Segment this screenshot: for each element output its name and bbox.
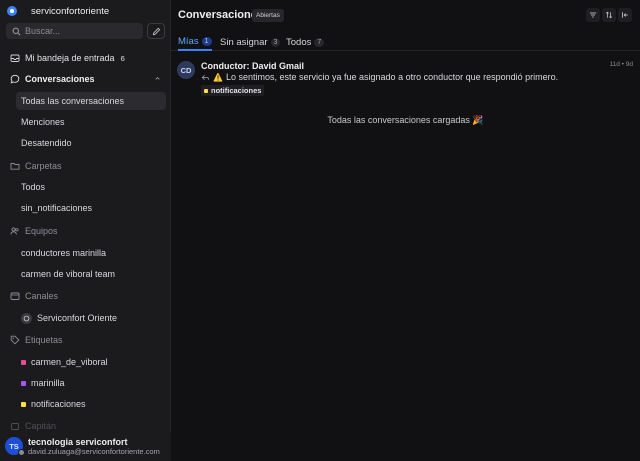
filter-button[interactable]	[586, 8, 600, 22]
sidebar-section-label: Canales	[25, 291, 59, 301]
conversation-label-tag: notificaciones	[201, 85, 265, 96]
conversation-list-panel: Conversaciones Abiertas Mías 1 Sin asign…	[171, 0, 640, 461]
user-name: tecnologia serviconfort	[28, 437, 128, 447]
sidebar-item-all-conversations[interactable]: Todas las conversaciones	[16, 92, 166, 110]
captain-icon	[9, 421, 20, 432]
conversation-time: 11d • 9d	[609, 61, 633, 68]
label-color-swatch	[21, 380, 26, 386]
tab-mine[interactable]: Mías 1	[178, 33, 212, 51]
tab-count: 7	[314, 37, 325, 47]
pencil-icon	[152, 27, 160, 35]
search-input[interactable]	[25, 26, 135, 36]
conversation-tabs: Mías 1 Sin asignar 3 Todos 7	[171, 30, 640, 51]
sidebar-item-label: Menciones	[21, 117, 65, 127]
tab-count: 3	[270, 37, 281, 47]
message-text: Lo sentimos, este servicio ya fue asigna…	[225, 72, 559, 82]
sidebar-item-label-marinilla[interactable]: marinilla	[16, 374, 166, 392]
sidebar-item-label: Todas las conversaciones	[21, 96, 125, 106]
user-profile[interactable]: TS tecnologia serviconfort david.zuluaga…	[0, 432, 171, 461]
tab-label: Mías	[178, 35, 199, 47]
sidebar-item-label-carmen[interactable]: carmen_de_viboral	[16, 353, 166, 371]
sidebar-item-folder-all[interactable]: Todos	[16, 178, 166, 196]
sidebar-item-label: Desatendido	[21, 138, 72, 148]
inbox-icon	[9, 53, 20, 64]
brand-logo	[7, 6, 17, 16]
whatsapp-icon	[21, 312, 32, 324]
channel-icon	[9, 291, 20, 302]
tab-unassigned[interactable]: Sin asignar 3	[220, 33, 281, 51]
sidebar-section-label: Etiquetas	[25, 335, 63, 345]
sidebar-section-label: Carpetas	[25, 161, 62, 171]
chevron-up-icon[interactable]	[153, 74, 162, 83]
avatar: TS	[5, 437, 25, 456]
user-email: david.zuluaga@serviconfortoriente.com	[28, 447, 160, 456]
sidebar-item-label: Todos	[21, 182, 46, 192]
brand-name: serviconfortoriente	[31, 5, 110, 17]
status-badge[interactable]: Abiertas	[252, 9, 284, 22]
sidebar-item-channel-serviconfort[interactable]: Serviconfort Oriente	[16, 309, 166, 327]
sidebar-item-conversations[interactable]: Conversaciones	[6, 70, 166, 88]
reply-icon	[201, 74, 210, 80]
sort-icon	[605, 11, 613, 19]
sidebar-section-channels[interactable]: Canales	[6, 287, 166, 305]
tag-icon	[9, 335, 20, 346]
tab-all[interactable]: Todos 7	[286, 33, 325, 51]
chat-bubble-icon	[9, 74, 20, 85]
tab-label: Sin asignar	[220, 36, 268, 48]
contact-name: Conductor: David Gmail	[201, 61, 305, 71]
warning-icon: ⚠️	[213, 72, 223, 82]
label-color-swatch	[21, 401, 26, 407]
conversation-item[interactable]: CD Conductor: David Gmail 11d • 9d ⚠️ Lo…	[171, 58, 640, 100]
label-name: notificaciones	[211, 86, 262, 95]
sidebar-item-inbox[interactable]: Mi bandeja de entrada 6	[6, 49, 166, 67]
label-color-swatch	[21, 359, 26, 365]
collapse-panel-button[interactable]	[618, 8, 632, 22]
filter-icon	[589, 12, 597, 18]
label-color-swatch	[204, 88, 208, 93]
tab-label: Todos	[286, 36, 312, 48]
collapse-icon	[622, 12, 628, 18]
search-box[interactable]	[6, 23, 143, 39]
all-loaded-message: Todas las conversaciones cargadas 🎉	[327, 115, 484, 125]
sidebar-section-labels[interactable]: Etiquetas	[6, 331, 166, 349]
sidebar-section-label: Capitán	[25, 421, 57, 431]
sidebar-item-team-marinilla[interactable]: conductores marinilla	[16, 244, 166, 262]
compose-button[interactable]	[147, 23, 165, 39]
brand[interactable]: serviconfortoriente	[7, 5, 109, 17]
sidebar-item-label-notificaciones[interactable]: notificaciones	[16, 395, 166, 413]
sidebar-item-label: Serviconfort Oriente	[37, 313, 118, 323]
page-title: Conversaciones	[178, 9, 263, 21]
sidebar-item-label: carmen_de_viboral	[31, 357, 108, 367]
sidebar-item-label: carmen de viboral team	[21, 269, 116, 279]
sidebar-item-team-carmen[interactable]: carmen de viboral team	[16, 265, 166, 283]
inbox-count: 6	[120, 53, 125, 63]
last-message: ⚠️ Lo sentimos, este servicio ya fue asi…	[201, 72, 558, 82]
sidebar-item-label: conductores marinilla	[21, 248, 107, 258]
sidebar-section-folders[interactable]: Carpetas	[6, 157, 166, 175]
sidebar-item-label: marinilla	[31, 378, 65, 388]
folder-icon	[9, 161, 20, 172]
users-icon	[9, 226, 20, 237]
sidebar-item-mentions[interactable]: Menciones	[16, 113, 166, 131]
search-icon	[12, 27, 21, 35]
sort-button[interactable]	[602, 8, 616, 22]
sidebar-item-label: sin_notificaciones	[21, 203, 93, 213]
sidebar-item-label: notificaciones	[31, 399, 86, 409]
sidebar-section-label: Equipos	[25, 226, 58, 236]
sidebar: serviconfortoriente Mi bandeja de entrad…	[0, 0, 171, 461]
sidebar-item-unattended[interactable]: Desatendido	[16, 134, 166, 152]
sidebar-item-label: Mi bandeja de entrada	[25, 53, 115, 63]
status-dot	[18, 449, 25, 456]
sidebar-item-label: Conversaciones	[25, 74, 95, 84]
sidebar-section-teams[interactable]: Equipos	[6, 222, 166, 240]
tab-count: 1	[201, 36, 212, 46]
contact-avatar: CD	[177, 61, 195, 79]
sidebar-item-folder-sin-notificaciones[interactable]: sin_notificaciones	[16, 199, 166, 217]
